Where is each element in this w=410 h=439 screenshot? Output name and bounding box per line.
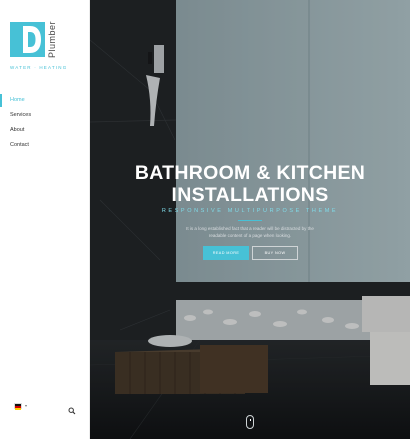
logo-text: Plumber — [47, 20, 57, 58]
hero-description: It is a long established fact that a rea… — [186, 226, 314, 238]
hero-title: BATHROOM & KITCHEN INSTALLATIONS — [134, 162, 366, 206]
nav-item-services[interactable]: Services — [0, 108, 90, 123]
sidebar-footer: ▾ — [14, 402, 76, 415]
sidebar: Plumber WATER · HEATING Home Services Ab… — [0, 0, 90, 439]
hero-subtitle: RESPONSIVE MULTIPURPOSE THEME — [161, 208, 339, 214]
language-dropdown-caret[interactable]: ▾ — [25, 402, 27, 410]
nav-item-contact[interactable]: Contact — [0, 138, 90, 153]
hero-divider — [238, 220, 262, 221]
mouse-scroll-icon[interactable] — [246, 415, 254, 429]
logo-tagline: WATER · HEATING — [10, 65, 68, 70]
de-flag-icon[interactable] — [14, 403, 22, 410]
main-nav: Home Services About Contact — [0, 93, 90, 153]
search-icon[interactable] — [68, 402, 76, 415]
logo-mark-icon — [10, 22, 45, 57]
buy-now-button[interactable]: BUY NOW — [252, 246, 298, 260]
nav-item-about[interactable]: About — [0, 123, 90, 138]
read-more-button[interactable]: READ MORE — [203, 246, 249, 260]
hero-section: BATHROOM & KITCHEN INSTALLATIONS RESPONS… — [90, 0, 410, 439]
nav-item-home[interactable]: Home — [0, 93, 90, 108]
